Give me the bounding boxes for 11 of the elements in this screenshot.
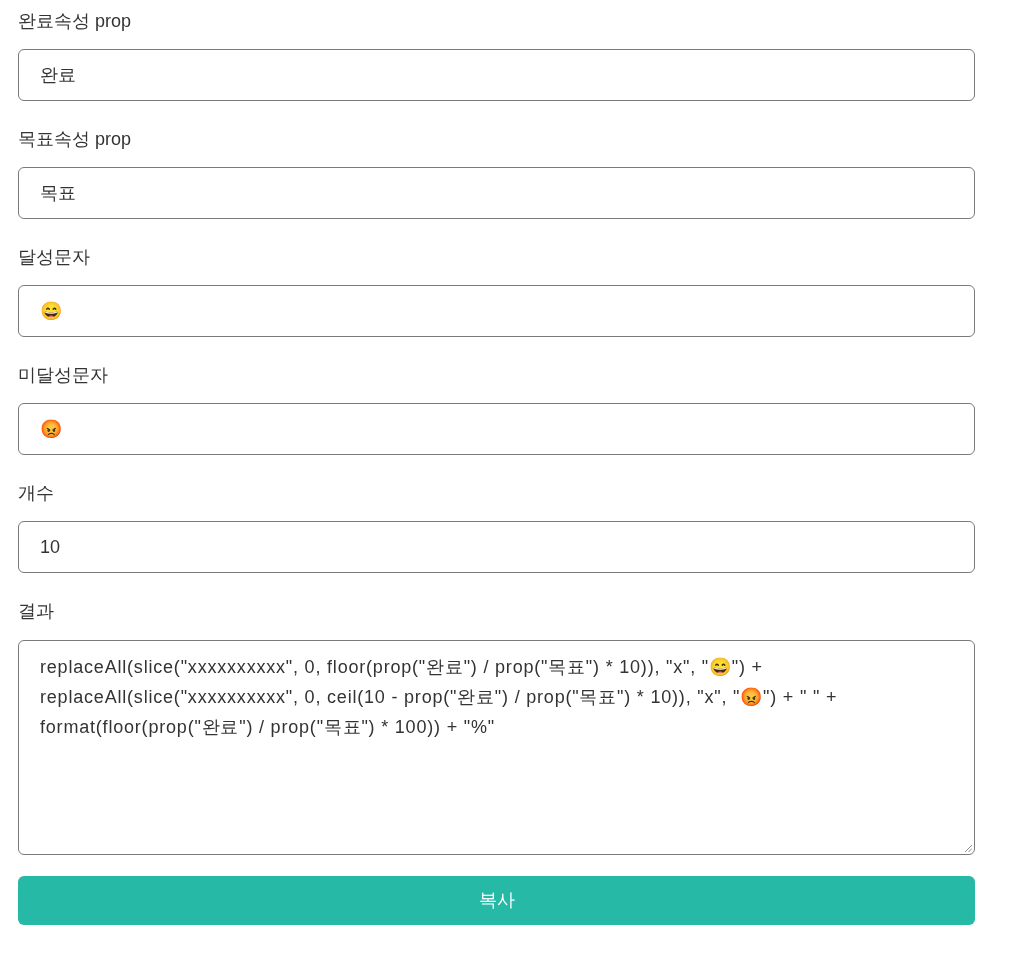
text-input[interactable]: 완료 <box>18 49 975 101</box>
field-label: 개수 <box>18 482 54 505</box>
text-input[interactable]: 목표 <box>18 167 975 219</box>
resize-handle-icon[interactable] <box>964 844 972 852</box>
field-label: 완료속성 prop <box>18 10 132 33</box>
field-label: 목표속성 prop <box>18 128 132 151</box>
field-label: 결과 <box>18 600 54 623</box>
text-input[interactable]: 10 <box>18 521 975 573</box>
result-textarea[interactable]: replaceAll(slice("xxxxxxxxxx", 0, floor(prop("완료") / prop("목표") * 10)), "x", "😄") + replaceAll(slice("xxxxxxxxxx", 0, ceil(10 - prop("완료") / prop("목표") * 10)), "x", "😡") + " " + format(floor(prop("완료") / prop("목표") * 100)) + "%" <box>18 640 975 855</box>
field-label: 달성문자 <box>18 246 90 269</box>
field-label: 미달성문자 <box>18 364 108 387</box>
